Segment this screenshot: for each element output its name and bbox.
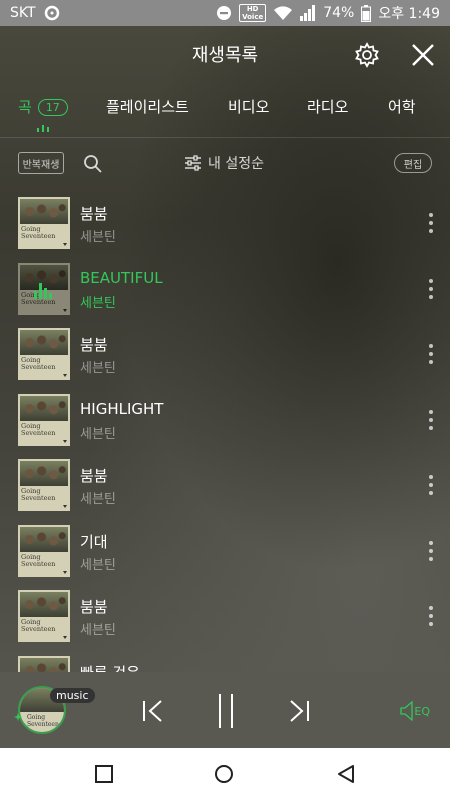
navigation-bar [0,748,450,800]
tab-playlists[interactable]: 플레이리스트 [106,96,189,117]
mini-player: Going Seventeen music EQ [0,672,450,748]
sort-label: 내 설정순 [208,156,264,172]
music-badge: music [50,688,95,703]
search-icon[interactable] [83,154,103,174]
more-options-icon[interactable] [428,409,434,430]
album-art: GoingSeventeen [18,393,70,446]
album-art: GoingSeventeen [18,328,70,380]
song-artist: 세븐틴 [80,557,116,573]
song-title: 붐붐 [80,205,108,223]
song-title: 붐붐 [80,598,108,616]
more-options-icon[interactable] [428,213,434,233]
song-row[interactable]: Going Seventeen 붐붐세븐틴 [0,190,450,256]
more-options-icon[interactable] [428,278,434,299]
song-row[interactable]: Going Seventeen 붐붐세븐틴 [0,583,450,649]
song-title: BEAUTIFUL [80,268,163,287]
next-icon[interactable] [286,698,312,724]
song-title: 기대 [80,532,108,551]
sliders-icon [185,155,201,171]
tab-bar: 곡 17 플레이리스트 비디오 라디오 어학 [0,82,450,138]
recent-apps-icon[interactable] [94,764,114,784]
song-row[interactable]: Going Seventeen 붐붐세븐틴 [0,321,450,387]
notification-icon [44,5,60,21]
song-artist: 세븐틴 [80,492,116,507]
more-options-icon[interactable] [428,475,434,495]
eq-label: EQ [414,704,430,718]
status-bar: SKT HD Voice 74% 오후 1:49 [0,0,450,26]
battery-icon [361,4,372,22]
tab-radio[interactable]: 라디오 [307,96,348,117]
gear-icon[interactable] [354,42,380,68]
equalizer-icon [34,281,54,299]
song-artist: 세븐틴 [80,361,116,376]
more-options-icon[interactable] [428,540,434,561]
carrier-label: SKT [10,5,36,21]
playlist-screen: SKT HD Voice 74% 오후 1:49 재생목록 곡 17 플레이리스… [0,0,450,748]
song-title: 붐붐 [80,467,108,485]
sparkle-icon [14,706,22,721]
album-art: GoingSeventeen [18,524,70,577]
more-options-icon[interactable] [428,606,434,626]
album-art: GoingSeventeen [18,590,70,642]
signal-icon [300,5,316,21]
tab-songs[interactable]: 곡 17 [18,96,68,117]
song-artist: 세븐틴 [80,230,116,245]
eq-button[interactable]: EQ [400,700,430,722]
song-title: 붐붐 [80,336,108,354]
tab-video[interactable]: 비디오 [228,96,269,117]
edit-button[interactable]: 편집 [394,153,432,173]
do-not-disturb-icon [216,5,232,21]
song-row[interactable]: Going Seventeen 붐붐세븐틴 [0,452,450,518]
page-title: 재생목록 [191,45,259,66]
sort-button[interactable]: 내 설정순 [184,153,264,173]
song-artist: 세븐틴 [80,426,116,442]
active-tab-indicator [37,124,51,132]
repeat-button[interactable]: 반복재생 [18,152,64,174]
song-row[interactable]: Going Seventeen BEAUTIFUL 세븐틴 [0,256,450,322]
song-artist: 세븐틴 [80,295,116,311]
clock: 오후 1:49 [378,6,440,22]
tab-language[interactable]: 어학 [388,96,416,117]
previous-icon[interactable] [140,698,166,724]
list-toolbar: 반복재생 내 설정순 편집 [0,138,450,190]
battery-percent: 74% [323,5,355,21]
album-art: GoingSeventeen [18,262,70,315]
pause-icon[interactable] [213,693,239,729]
home-icon[interactable] [214,764,234,784]
song-count-badge: 17 [37,99,68,116]
close-icon[interactable] [410,42,436,68]
song-row[interactable]: Going Seventeen HIGHLIGHT 세븐틴 [0,387,450,453]
more-options-icon[interactable] [428,344,434,364]
song-artist: 세븐틴 [80,623,116,638]
song-row[interactable]: Going Seventeen 기대세븐틴 [0,518,450,584]
back-icon[interactable] [336,764,356,784]
album-art: GoingSeventeen [18,197,70,249]
song-list: Going Seventeen 붐붐 세븐틴 Going Seventeen BEAUTIF… [0,190,450,714]
song-title: HIGHLIGHT [80,399,164,418]
header: 재생목록 [0,26,450,82]
speaker-icon [400,700,414,722]
hd-voice-icon: HD Voice [239,4,267,22]
tab-songs-label: 곡 [18,98,32,116]
album-art: GoingSeventeen [18,459,70,511]
wifi-icon [273,5,293,21]
